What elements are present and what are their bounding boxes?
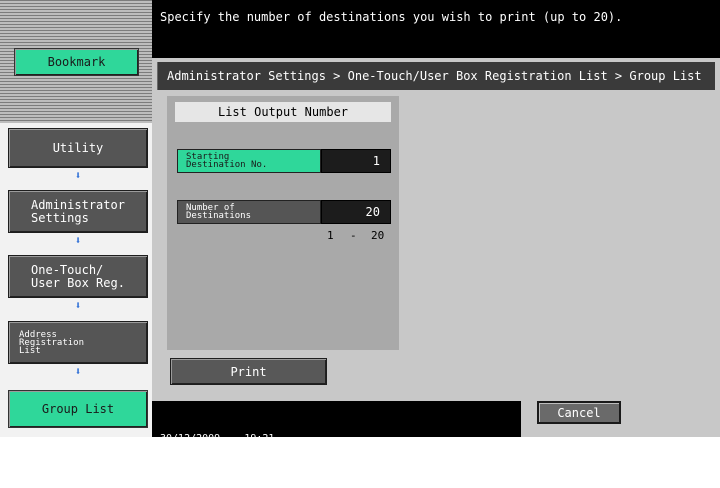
sidebar-item-label: Address Registration List bbox=[19, 329, 85, 356]
range-min: 1 bbox=[327, 229, 334, 242]
sidebar-item-address-registration-list[interactable]: Address Registration List bbox=[8, 321, 148, 364]
status-line-1: 30/12/2009 19:21 bbox=[160, 433, 274, 444]
range-separator: - bbox=[350, 229, 357, 242]
sidebar-item-group-list[interactable]: Group List bbox=[8, 390, 148, 428]
down-arrow-icon: ⬇ bbox=[74, 365, 82, 378]
starting-destination-label-line2: Destination No. bbox=[186, 160, 268, 170]
sidebar-item-one-touch-user-box-reg[interactable]: One-Touch/ User Box Reg. bbox=[8, 255, 148, 298]
print-button[interactable]: Print bbox=[170, 358, 327, 385]
breadcrumb: Administrator Settings > One-Touch/User … bbox=[167, 69, 702, 83]
list-output-heading-text: List Output Number bbox=[217, 105, 349, 119]
sidebar-item-label: Utility bbox=[52, 140, 104, 155]
list-output-heading: List Output Number bbox=[175, 102, 391, 122]
down-arrow-icon: ⬇ bbox=[74, 234, 82, 247]
down-arrow-icon: ⬇ bbox=[74, 169, 82, 182]
cancel-button[interactable]: Cancel bbox=[537, 401, 621, 424]
message-bar bbox=[152, 0, 720, 58]
starting-destination-button[interactable]: Starting Destination No. bbox=[177, 149, 321, 173]
cancel-button-label: Cancel bbox=[557, 405, 601, 420]
sidebar-item-utility[interactable]: Utility bbox=[8, 128, 148, 168]
number-of-destinations-value-text: 20 bbox=[365, 205, 380, 219]
status-line-2: Memory 100% bbox=[160, 466, 274, 477]
instruction-message: Specify the number of destinations you w… bbox=[160, 10, 623, 24]
number-of-destinations-button[interactable]: Number of Destinations bbox=[177, 200, 321, 224]
number-of-destinations-value[interactable]: 20 bbox=[321, 200, 391, 224]
status-date: 30/12/2009 bbox=[160, 433, 221, 444]
sidebar-item-label: Group List bbox=[41, 401, 115, 416]
number-of-destinations-label-line2: Destinations bbox=[186, 211, 252, 221]
status-time: 19:21 bbox=[244, 433, 275, 444]
bookmark-label: Bookmark bbox=[47, 54, 106, 69]
sidebar-item-label: One-Touch/ User Box Reg. bbox=[31, 262, 125, 290]
status-info: 30/12/2009 19:21 Memory 100% bbox=[160, 411, 274, 488]
down-arrow-icon: ⬇ bbox=[74, 299, 82, 312]
sidebar-item-administrator-settings[interactable]: Administrator Settings bbox=[8, 190, 148, 233]
starting-destination-value-text: 1 bbox=[372, 154, 380, 168]
memory-value: 100% bbox=[244, 466, 269, 477]
sidebar: Bookmark Utility ⬇ Administrator Setting… bbox=[0, 0, 158, 437]
print-button-label: Print bbox=[230, 364, 267, 379]
bookmark-button[interactable]: Bookmark bbox=[14, 48, 139, 76]
starting-destination-value[interactable]: 1 bbox=[321, 149, 391, 173]
sidebar-item-label: Administrator Settings bbox=[31, 197, 125, 225]
range-max: 20 bbox=[371, 229, 385, 242]
memory-label: Memory bbox=[160, 466, 197, 477]
